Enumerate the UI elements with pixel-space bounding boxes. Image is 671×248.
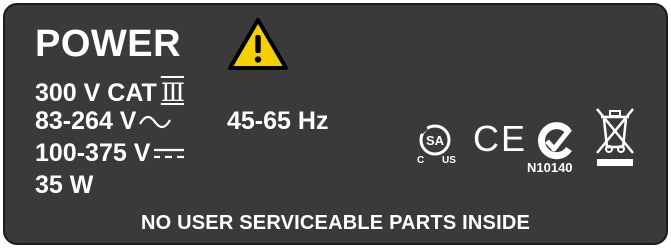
ce-mark: CE <box>473 118 528 159</box>
dc-input-rating: 100-375 V <box>35 141 186 166</box>
weee-crossed-bin-icon <box>596 108 634 166</box>
power-label-plate: POWER 300 V CAT Ⅲ 83-264 V 45-65 Hz 100-3… <box>3 3 668 245</box>
wattage-rating: 35 W <box>35 171 94 199</box>
svg-text:SA: SA <box>426 133 445 148</box>
ac-current-icon <box>139 116 172 129</box>
warning-triangle-icon <box>228 18 288 70</box>
dc-current-icon <box>154 149 185 159</box>
csa-country-us: US <box>442 155 456 166</box>
ac-input-rating: 83-264 V <box>35 109 172 134</box>
footer-warning-text: NO USER SERVICEABLE PARTS INSIDE <box>140 212 531 234</box>
ac-input-text: 83-264 V <box>35 107 137 135</box>
category-rating: 300 V CAT Ⅲ <box>35 78 185 107</box>
frequency-rating: 45-65 Hz <box>227 107 329 135</box>
category-rating-text: 300 V CAT <box>35 79 157 107</box>
csa-country-c: C <box>417 155 425 166</box>
c-tick-icon <box>538 122 572 160</box>
label-title: POWER <box>35 23 182 65</box>
c-tick-code: N10140 <box>527 160 573 175</box>
category-roman-numeral: Ⅲ <box>160 78 185 107</box>
dc-input-text: 100-375 V <box>35 139 151 167</box>
